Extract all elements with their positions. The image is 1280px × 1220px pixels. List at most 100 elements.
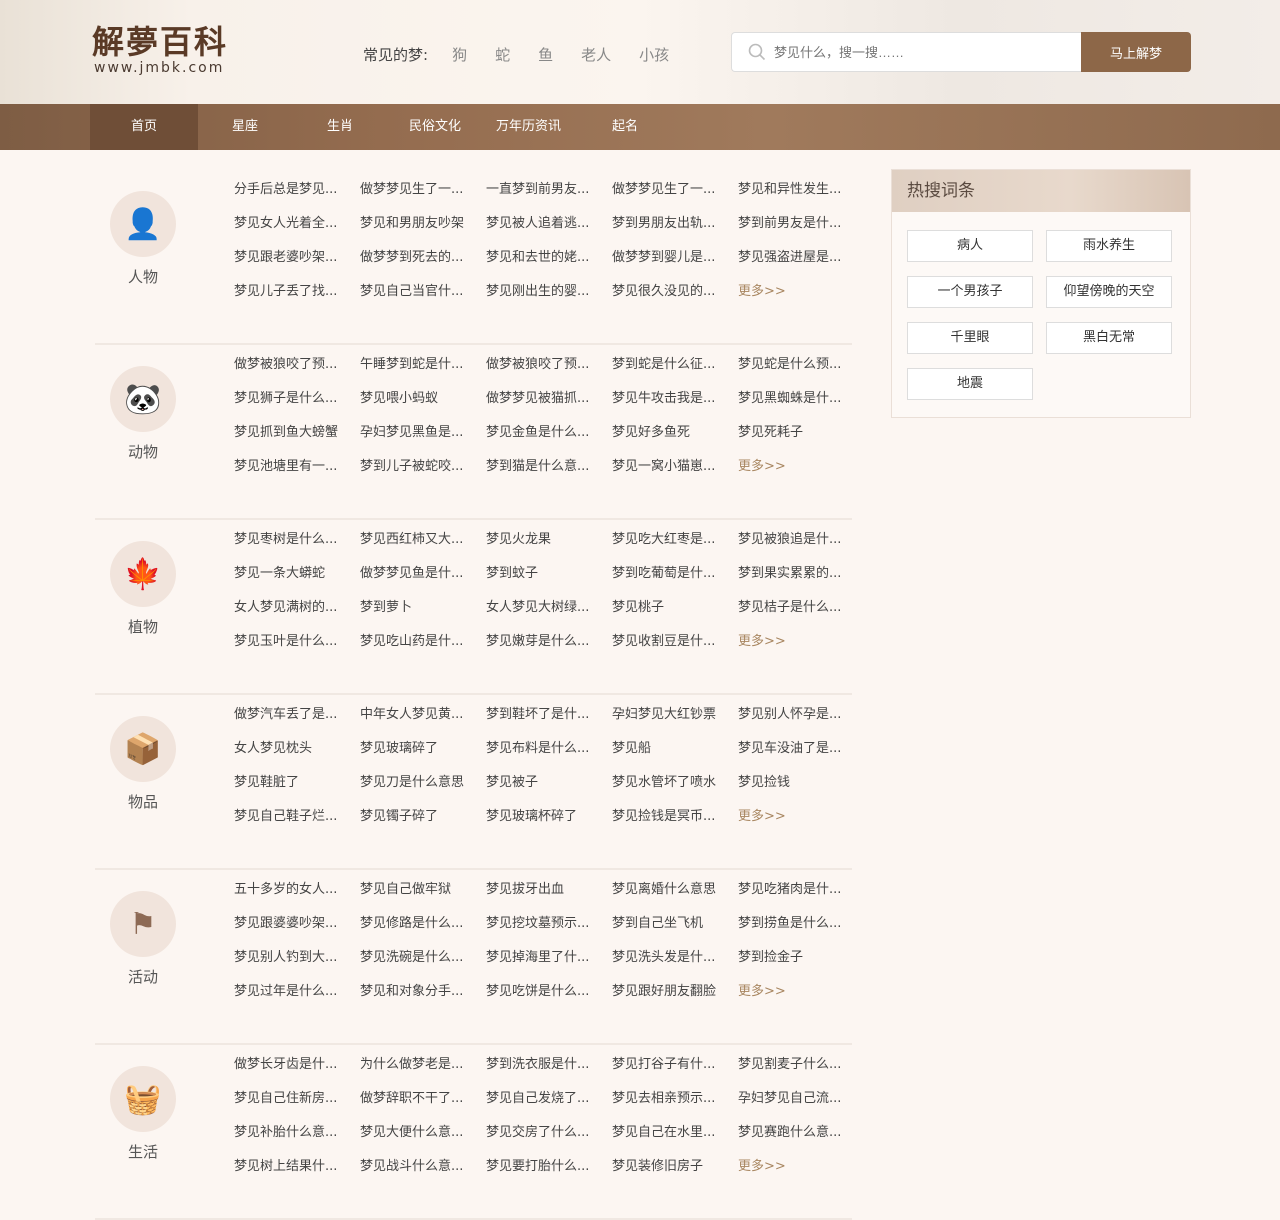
dream-link[interactable]: 梦见装修旧房子	[612, 1157, 738, 1191]
hot-tag[interactable]: 黑白无常	[1046, 322, 1172, 354]
dream-link[interactable]: 梦见抓到鱼大螃蟹	[234, 423, 360, 457]
hot-tag[interactable]: 地震	[907, 368, 1033, 400]
common-dream-link[interactable]: 鱼	[538, 44, 553, 65]
dream-link[interactable]: 梦见玉叶是什么...	[234, 632, 360, 666]
maple-leaf-icon[interactable]: 🍁	[110, 541, 176, 607]
dream-link[interactable]: 中年女人梦见黄...	[360, 705, 486, 739]
dream-link[interactable]: 做梦梦到婴儿是...	[612, 248, 738, 282]
person-icon[interactable]: 👤	[110, 191, 176, 257]
dream-link[interactable]: 梦见掉海里了什...	[486, 948, 612, 982]
hot-tag[interactable]: 一个男孩子	[907, 276, 1033, 308]
dream-link[interactable]: 梦见布料是什么...	[486, 739, 612, 773]
dream-link[interactable]: 梦见跟老婆吵架...	[234, 248, 360, 282]
dream-link[interactable]: 梦到洗衣服是什...	[486, 1055, 612, 1089]
dream-link[interactable]: 梦见捡钱	[738, 773, 864, 807]
dream-link[interactable]: 梦见吃大红枣是...	[612, 530, 738, 564]
dream-link[interactable]: 梦见嫩芽是什么...	[486, 632, 612, 666]
common-dream-link[interactable]: 蛇	[495, 44, 510, 65]
dream-link[interactable]: 梦见别人钓到大...	[234, 948, 360, 982]
dream-link[interactable]: 梦见自己鞋子烂...	[234, 807, 360, 841]
category-name[interactable]: 生活	[95, 1141, 191, 1162]
dream-link[interactable]: 梦到捡金子	[738, 948, 864, 982]
dream-link[interactable]: 梦到男朋友出轨...	[612, 214, 738, 248]
dream-link[interactable]: 梦到猫是什么意...	[486, 457, 612, 491]
category-name[interactable]: 活动	[95, 966, 191, 987]
dream-link[interactable]: 做梦被狼咬了预...	[234, 355, 360, 389]
dream-link[interactable]: 梦见自己当官什...	[360, 282, 486, 316]
dream-link[interactable]: 梦见火龙果	[486, 530, 612, 564]
dream-link[interactable]: 做梦辞职不干了...	[360, 1089, 486, 1123]
hot-tag[interactable]: 病人	[907, 230, 1033, 262]
basket-icon[interactable]: 🧺	[110, 1066, 176, 1132]
dream-link[interactable]: 梦见离婚什么意思	[612, 880, 738, 914]
hot-tag[interactable]: 千里眼	[907, 322, 1033, 354]
dream-link[interactable]: 为什么做梦老是...	[360, 1055, 486, 1089]
dream-link[interactable]: 梦见鞋脏了	[234, 773, 360, 807]
dream-link[interactable]: 做梦汽车丢了是...	[234, 705, 360, 739]
category-name[interactable]: 植物	[95, 616, 191, 637]
dream-link[interactable]: 梦见跟好朋友翻脸	[612, 982, 738, 1016]
flag-icon[interactable]: ⚑	[110, 891, 176, 957]
dream-link[interactable]: 梦到前男友是什...	[738, 214, 864, 248]
dream-link[interactable]: 梦见玻璃碎了	[360, 739, 486, 773]
nav-folk-culture[interactable]: 民俗文化	[409, 104, 461, 150]
dream-link[interactable]: 梦到吃葡萄是什...	[612, 564, 738, 598]
dream-link[interactable]: 孕妇梦见自己流...	[738, 1089, 864, 1123]
category-name[interactable]: 动物	[95, 441, 191, 462]
nav-naming[interactable]: 起名	[612, 104, 638, 150]
nav-constellation[interactable]: 星座	[232, 104, 258, 150]
dream-link[interactable]: 梦见一窝小猫崽...	[612, 457, 738, 491]
dream-link[interactable]: 做梦梦见生了一...	[360, 180, 486, 214]
panda-icon[interactable]: 🐼	[110, 366, 176, 432]
logo[interactable]: 解夢百科 www.jmbk.com	[92, 24, 228, 76]
dream-link[interactable]: 梦见修路是什么...	[360, 914, 486, 948]
more-link[interactable]: 更多>>	[738, 282, 864, 316]
dream-link[interactable]: 做梦长牙齿是什...	[234, 1055, 360, 1089]
hot-tag[interactable]: 雨水养生	[1046, 230, 1172, 262]
dream-link[interactable]: 梦见自己在水里...	[612, 1123, 738, 1157]
dream-link[interactable]: 梦见牛攻击我是...	[612, 389, 738, 423]
dream-link[interactable]: 梦见自己发烧了...	[486, 1089, 612, 1123]
dream-link[interactable]: 梦到蛇是什么征...	[612, 355, 738, 389]
search-input[interactable]	[774, 44, 1064, 60]
dream-link[interactable]: 梦到鞋坏了是什...	[486, 705, 612, 739]
search-button[interactable]: 马上解梦	[1081, 32, 1191, 72]
dream-link[interactable]: 梦见船	[612, 739, 738, 773]
dream-link[interactable]: 梦见补胎什么意...	[234, 1123, 360, 1157]
dream-link[interactable]: 梦到果实累累的...	[738, 564, 864, 598]
hot-tag[interactable]: 仰望傍晚的天空	[1046, 276, 1172, 308]
dream-link[interactable]: 梦见和对象分手...	[360, 982, 486, 1016]
dream-link[interactable]: 做梦梦见鱼是什...	[360, 564, 486, 598]
dream-link[interactable]: 梦见桔子是什么...	[738, 598, 864, 632]
dream-link[interactable]: 梦见吃山药是什...	[360, 632, 486, 666]
dream-link[interactable]: 梦见去相亲预示...	[612, 1089, 738, 1123]
dream-link[interactable]: 梦见洗碗是什么...	[360, 948, 486, 982]
more-link[interactable]: 更多>>	[738, 1157, 864, 1191]
more-link[interactable]: 更多>>	[738, 632, 864, 666]
dream-link[interactable]: 梦见枣树是什么...	[234, 530, 360, 564]
category-name[interactable]: 物品	[95, 791, 191, 812]
dream-link[interactable]: 梦见和异性发生...	[738, 180, 864, 214]
dream-link[interactable]: 梦见蛇是什么预...	[738, 355, 864, 389]
dream-link[interactable]: 做梦梦到死去的...	[360, 248, 486, 282]
dream-link[interactable]: 女人梦见满树的...	[234, 598, 360, 632]
dream-link[interactable]: 梦见别人怀孕是...	[738, 705, 864, 739]
dream-link[interactable]: 做梦被狼咬了预...	[486, 355, 612, 389]
dream-link[interactable]: 梦见收割豆是什...	[612, 632, 738, 666]
dream-link[interactable]: 梦见赛跑什么意...	[738, 1123, 864, 1157]
dream-link[interactable]: 梦见桃子	[612, 598, 738, 632]
dream-link[interactable]: 梦见镯子碎了	[360, 807, 486, 841]
dream-link[interactable]: 梦见跟婆婆吵架...	[234, 914, 360, 948]
dream-link[interactable]: 梦见很久没见的...	[612, 282, 738, 316]
dream-link[interactable]: 梦见金鱼是什么...	[486, 423, 612, 457]
category-name[interactable]: 人物	[95, 266, 191, 287]
dream-link[interactable]: 梦到自己坐飞机	[612, 914, 738, 948]
dream-link[interactable]: 梦见树上结果什...	[234, 1157, 360, 1191]
dream-link[interactable]: 梦见要打胎什么...	[486, 1157, 612, 1191]
dream-link[interactable]: 梦见喂小蚂蚁	[360, 389, 486, 423]
dream-link[interactable]: 梦见过年是什么...	[234, 982, 360, 1016]
dream-link[interactable]: 梦见儿子丢了找...	[234, 282, 360, 316]
dream-link[interactable]: 做梦梦见生了一...	[612, 180, 738, 214]
dream-link[interactable]: 梦见自己住新房...	[234, 1089, 360, 1123]
more-link[interactable]: 更多>>	[738, 457, 864, 491]
